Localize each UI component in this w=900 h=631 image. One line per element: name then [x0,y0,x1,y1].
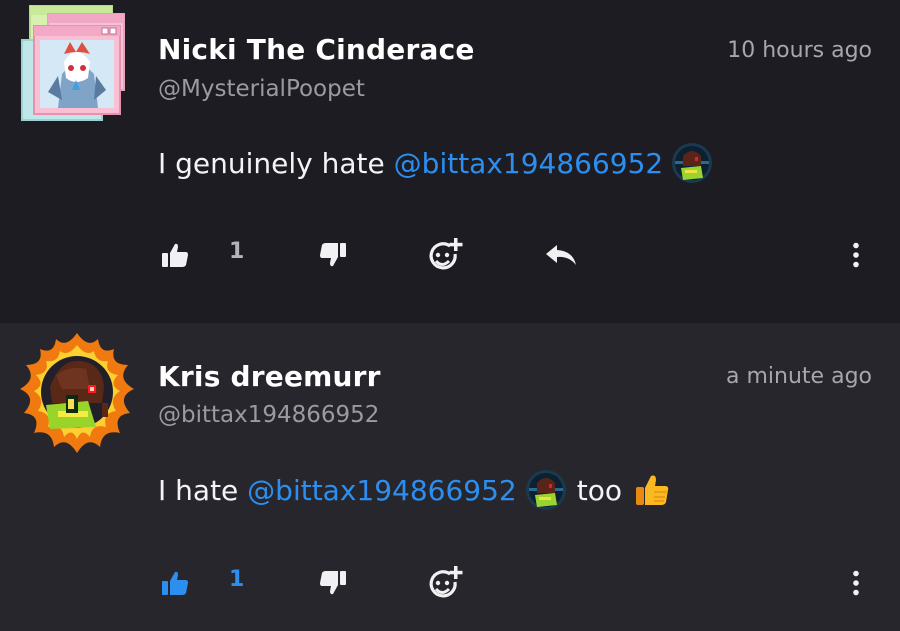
mention-link[interactable]: @bittax194866952 [247,474,517,507]
dislike-button[interactable] [316,563,350,603]
add-reaction-button[interactable] [425,563,465,603]
more-options-button[interactable] [844,563,868,603]
avatar[interactable] [16,329,138,457]
action-bar: 1 [0,235,900,275]
action-bar: 1 [0,563,900,603]
mention-avatar [525,469,567,511]
dislike-button[interactable] [316,235,350,275]
thumbs-up-emoji [634,472,670,508]
more-vertical-icon [853,242,859,268]
like-count: 1 [229,239,245,264]
post-text: I genuinely hate @bittax194866952 [158,142,713,184]
like-button[interactable] [158,235,192,275]
post-text-before: I hate [158,473,248,507]
thumbs-up-icon [162,243,188,267]
avatar[interactable] [18,4,126,124]
like-count: 1 [229,567,245,592]
author-name[interactable]: Kris dreemurr [158,360,381,393]
add-reaction-icon [429,238,463,270]
reply-button[interactable] [542,235,580,275]
timestamp: 10 hours ago [727,38,872,63]
thumbs-down-icon [320,571,346,595]
thumbs-up-icon [162,571,188,595]
author-handle[interactable]: @bittax194866952 [158,402,379,428]
more-options-button[interactable] [844,235,868,275]
add-reaction-button[interactable] [425,235,465,275]
author-handle[interactable]: @MysterialPoopet [158,76,365,102]
timestamp: a minute ago [726,364,872,389]
post: Kris dreemurr @bittax194866952 a minute … [0,323,900,631]
post-text-before: I genuinely hate [158,146,394,180]
more-vertical-icon [853,570,859,596]
post-text: I hate @bittax194866952 too [158,469,670,511]
post-text-after: too [576,473,622,507]
mention-link[interactable]: @bittax194866952 [394,147,664,180]
reply-icon [546,245,576,265]
like-button[interactable] [158,563,192,603]
author-name[interactable]: Nicki The Cinderace [158,33,475,66]
add-reaction-icon [429,566,463,598]
mention-avatar [671,142,713,184]
post: Nicki The Cinderace @MysterialPoopet 10 … [0,0,900,323]
thumbs-down-icon [320,243,346,267]
